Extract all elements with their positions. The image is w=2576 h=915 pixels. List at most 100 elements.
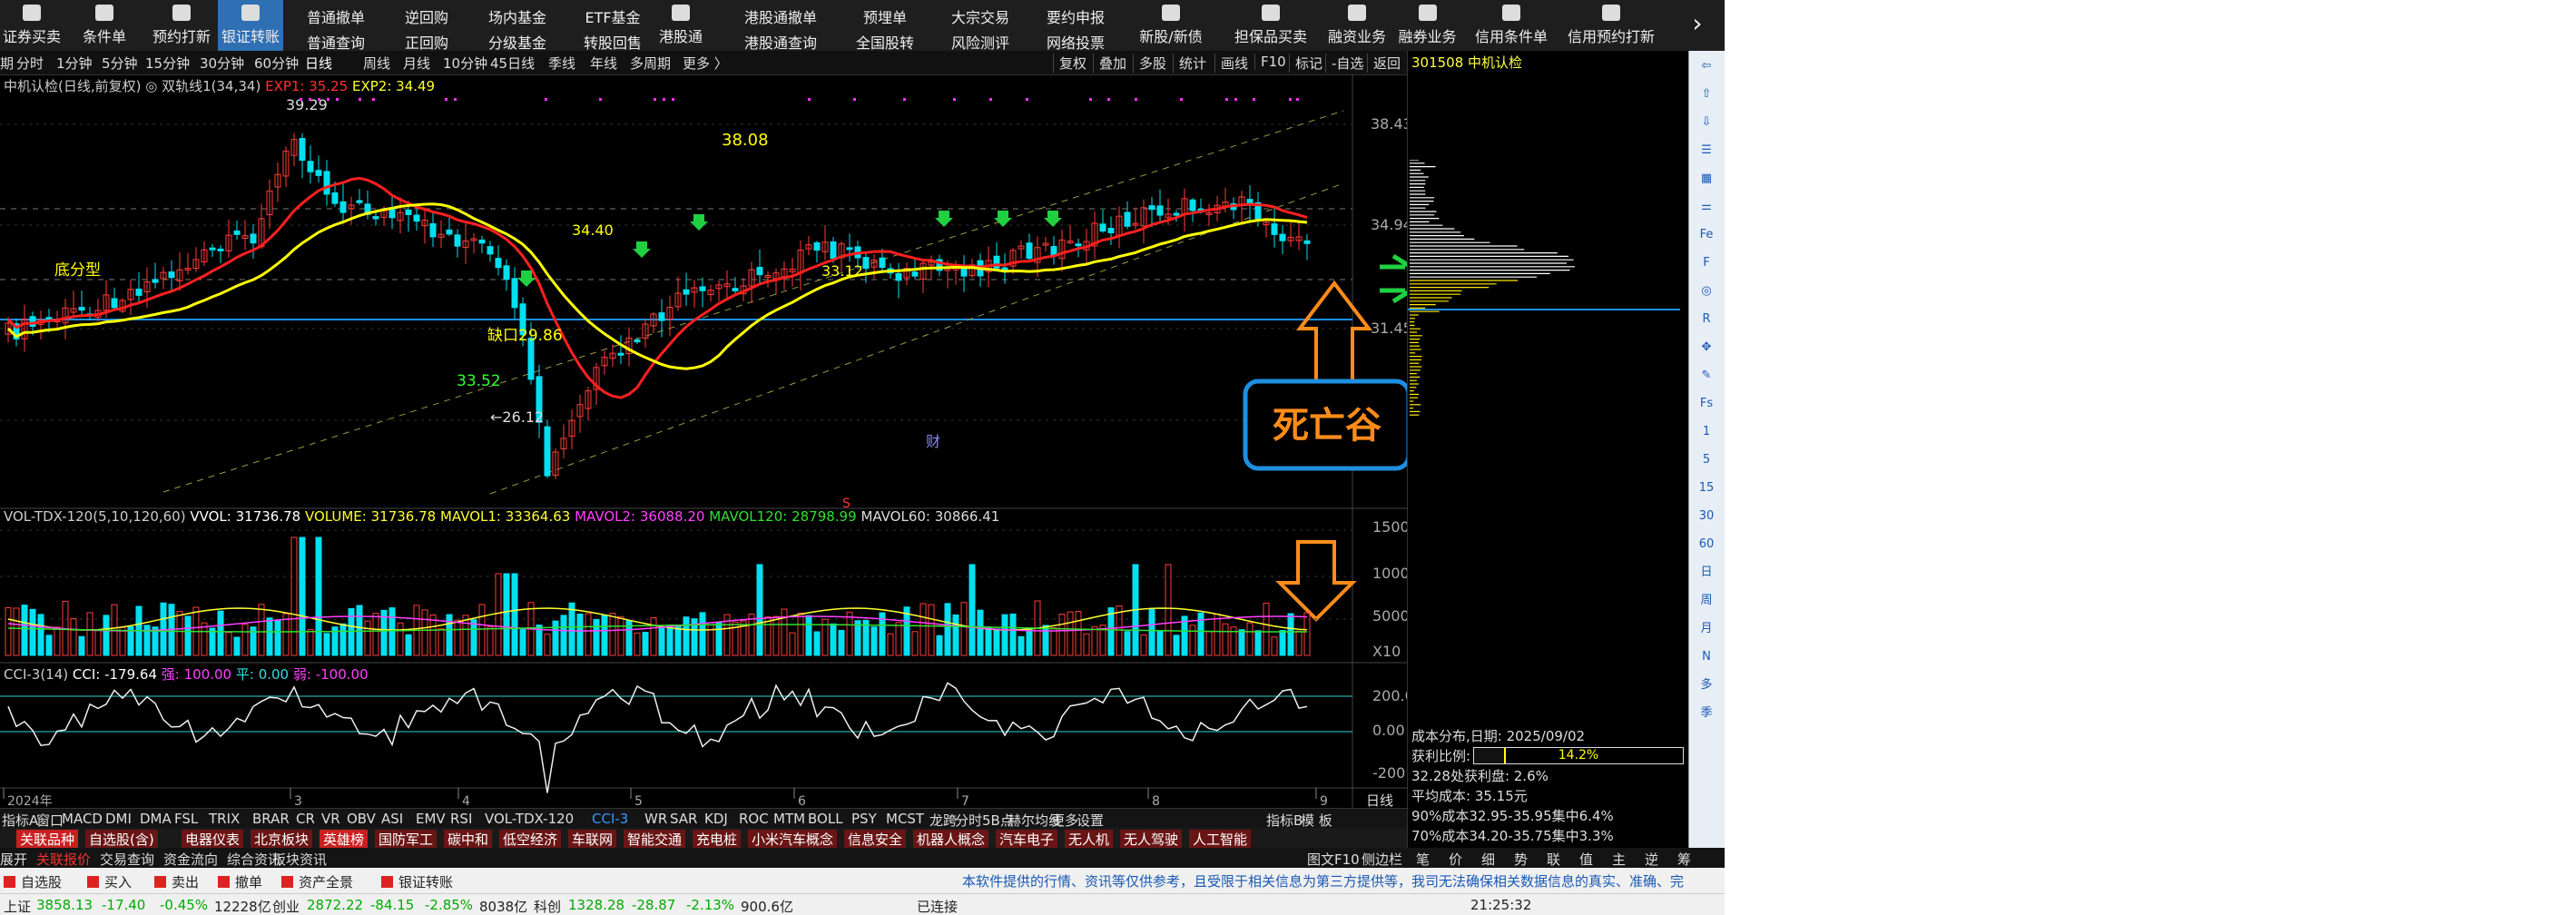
- volume-bar[interactable]: [789, 632, 796, 656]
- indicator-tab-19[interactable]: ROC: [739, 811, 769, 827]
- side-tool-10-icon[interactable]: ✥: [1696, 338, 1716, 358]
- toolbar-item-2[interactable]: 预约打新: [145, 0, 218, 51]
- candle-body[interactable]: [135, 288, 143, 296]
- volume-bar[interactable]: [1075, 611, 1082, 656]
- volume-bar[interactable]: [707, 622, 714, 656]
- candle-body[interactable]: [78, 307, 85, 311]
- volume-bar[interactable]: [1156, 630, 1164, 656]
- volume-bar[interactable]: [658, 627, 665, 656]
- category-tab-4[interactable]: 英雄榜: [320, 830, 369, 849]
- volume-bar[interactable]: [1205, 631, 1213, 656]
- volume-bar[interactable]: [315, 536, 322, 656]
- volume-bar[interactable]: [1279, 630, 1286, 656]
- period-tab-10[interactable]: 10分钟: [443, 54, 487, 73]
- volume-bar[interactable]: [805, 615, 812, 656]
- volume-bar[interactable]: [985, 626, 992, 656]
- volume-bar[interactable]: [1067, 611, 1074, 656]
- period-tab-7[interactable]: 日线: [305, 54, 332, 73]
- volume-bar[interactable]: [887, 633, 894, 656]
- side-tool-12-icon[interactable]: Fs: [1696, 394, 1716, 414]
- sub-tab-1[interactable]: 关联报价: [36, 850, 91, 869]
- side-tool-13-icon[interactable]: 1: [1696, 422, 1716, 442]
- volume-bar[interactable]: [748, 614, 755, 656]
- volume-bar[interactable]: [372, 613, 379, 656]
- candle-body[interactable]: [895, 272, 902, 281]
- volume-bar[interactable]: [274, 620, 281, 656]
- side-tool-15-icon[interactable]: 15: [1696, 478, 1716, 498]
- period-tab-14[interactable]: 多周期: [630, 54, 671, 73]
- toolbar-item-6[interactable]: 场内基金 分级基金: [472, 0, 563, 52]
- volume-bar[interactable]: [764, 616, 772, 656]
- kline-chart[interactable]: 38.4334.9431.4527.9639.29财←26.1238.0834.…: [0, 74, 1407, 808]
- trade-action-1[interactable]: 买入: [87, 872, 132, 891]
- candle-body[interactable]: [168, 271, 175, 279]
- volume-bar[interactable]: [176, 611, 183, 656]
- period-tab-4[interactable]: 15分钟: [145, 54, 190, 73]
- volume-bar[interactable]: [1009, 613, 1017, 656]
- candle-body[interactable]: [495, 258, 502, 269]
- candle-body[interactable]: [1271, 223, 1278, 235]
- candle-body[interactable]: [331, 192, 339, 204]
- volume-bar[interactable]: [993, 628, 1000, 656]
- volume-bar[interactable]: [503, 573, 510, 656]
- volume-bar[interactable]: [968, 564, 976, 656]
- category-tab-16[interactable]: 无人驾驶: [1120, 830, 1183, 849]
- toolbar-item-10[interactable]: 预埋单 全国股转: [840, 0, 930, 52]
- indicator-tab-7[interactable]: BRAR: [252, 811, 290, 827]
- volume-bar[interactable]: [258, 604, 265, 656]
- side-tool-6-icon[interactable]: Fe: [1696, 225, 1716, 245]
- category-tab-6[interactable]: 碳中和: [444, 830, 493, 849]
- candle-body[interactable]: [960, 268, 968, 277]
- volume-bar[interactable]: [462, 615, 469, 656]
- toolbar-item-13[interactable]: 新股/新债: [1126, 0, 1216, 51]
- candle-body[interactable]: [1075, 243, 1082, 247]
- volume-bar[interactable]: [217, 610, 224, 656]
- volume-bar[interactable]: [666, 625, 673, 656]
- indicator-tab-5[interactable]: FSL: [174, 811, 198, 827]
- volume-bar[interactable]: [854, 620, 861, 656]
- volume-bar[interactable]: [470, 619, 477, 656]
- indicator-tab-16[interactable]: WR: [644, 811, 667, 827]
- indicator-tab-4[interactable]: DMA: [140, 811, 172, 827]
- volume-bar[interactable]: [1287, 613, 1294, 656]
- candle-body[interactable]: [732, 288, 739, 291]
- toolbar-item-18[interactable]: 信用预约打新: [1561, 0, 1661, 51]
- toolbar-item-9[interactable]: 港股通撤单 港股通查询: [726, 0, 835, 52]
- volume-bar[interactable]: [1254, 630, 1262, 656]
- indicator-tab-8[interactable]: CR: [296, 811, 315, 827]
- trade-action-5[interactable]: 银证转账: [381, 872, 453, 891]
- volume-bar[interactable]: [519, 629, 526, 656]
- category-tab-12[interactable]: 信息安全: [844, 830, 907, 849]
- candle-body[interactable]: [315, 170, 322, 176]
- volume-bar[interactable]: [1018, 635, 1025, 656]
- volume-bar[interactable]: [781, 608, 788, 656]
- candle-body[interactable]: [209, 247, 216, 251]
- volume-bar[interactable]: [397, 622, 404, 656]
- volume-bar[interactable]: [307, 629, 314, 656]
- chart-tool-5[interactable]: F10: [1254, 54, 1286, 70]
- toolbar-item-4[interactable]: 普通撤单 普通查询: [290, 0, 381, 52]
- volume-bar[interactable]: [1042, 625, 1049, 656]
- toolbar-item-14[interactable]: 担保品买卖: [1225, 0, 1316, 51]
- indicator-tab-17[interactable]: SAR: [670, 811, 697, 827]
- volume-bar[interactable]: [487, 626, 494, 656]
- sub-tab-0[interactable]: 展开: [0, 850, 27, 869]
- view-tab-5[interactable]: 势: [1514, 850, 1528, 869]
- side-tool-14-icon[interactable]: 5: [1696, 450, 1716, 470]
- candle-body[interactable]: [356, 200, 363, 203]
- volume-bar[interactable]: [1107, 607, 1115, 656]
- volume-bar[interactable]: [1083, 633, 1090, 656]
- volume-bar[interactable]: [650, 617, 657, 656]
- period-tab-2[interactable]: 1分钟: [56, 54, 93, 73]
- candle-body[interactable]: [1173, 212, 1180, 216]
- candle-body[interactable]: [911, 271, 919, 277]
- period-tab-5[interactable]: 30分钟: [200, 54, 244, 73]
- volume-bar[interactable]: [756, 564, 763, 656]
- candle-body[interactable]: [29, 316, 36, 328]
- category-tab-8[interactable]: 车联网: [568, 830, 617, 849]
- toolbar-item-12[interactable]: 要约申报 网络投票: [1035, 0, 1116, 52]
- volume-bar[interactable]: [772, 615, 780, 656]
- volume-bar[interactable]: [699, 612, 706, 656]
- volume-bar[interactable]: [429, 614, 437, 656]
- volume-bar[interactable]: [1173, 635, 1180, 656]
